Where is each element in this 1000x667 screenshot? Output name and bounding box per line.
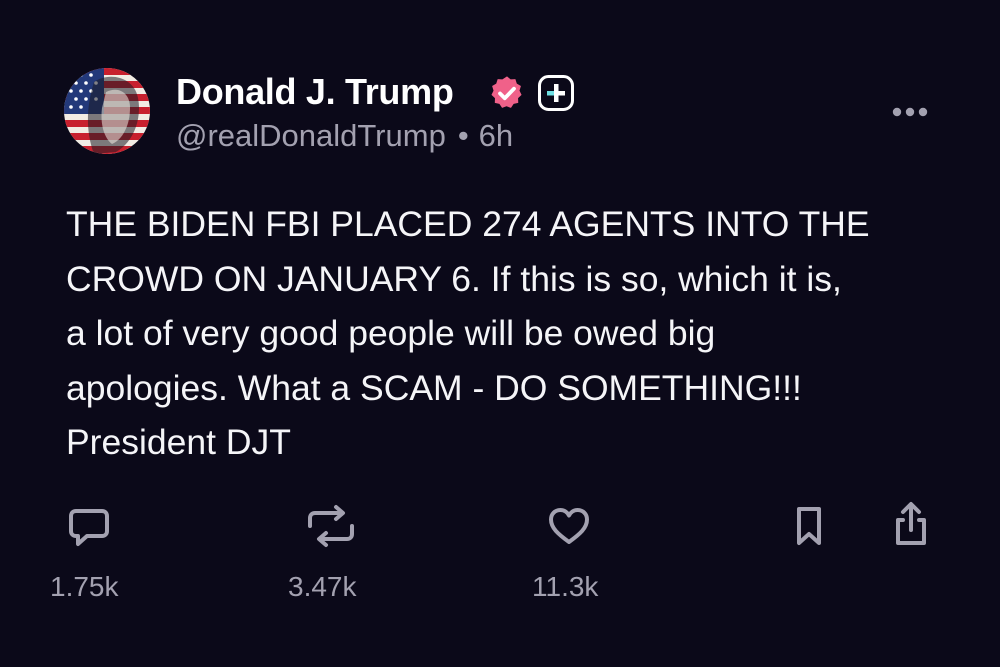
author-meta: @realDonaldTrump • 6h xyxy=(176,116,513,156)
more-icon xyxy=(892,107,928,117)
repost-button[interactable] xyxy=(304,504,358,548)
post-card: Donald J. Trump @realDonaldTrump • 6h THE … xyxy=(0,0,1000,667)
separator-dot: • xyxy=(457,118,469,153)
like-button[interactable] xyxy=(546,504,592,548)
like-count: 11.3k xyxy=(532,571,599,602)
more-options-button[interactable] xyxy=(886,100,934,124)
plus-badge-icon xyxy=(538,75,574,111)
share-button[interactable] xyxy=(889,500,933,548)
avatar-image xyxy=(64,68,150,154)
repost-count: 3.47k xyxy=(288,571,357,602)
author-display-name[interactable]: Donald J. Trump xyxy=(176,70,454,114)
like-icon xyxy=(549,508,589,544)
share-icon xyxy=(896,502,926,545)
bookmark-button[interactable] xyxy=(791,504,827,548)
bookmark-icon xyxy=(797,507,821,545)
verified-badge-icon xyxy=(488,74,526,112)
reply-count: 1.75k xyxy=(50,571,119,602)
post-timestamp[interactable]: 6h xyxy=(479,118,513,153)
post-body: THE BIDEN FBI PLACED 274 AGENTS INTO THE… xyxy=(66,204,870,462)
reply-button[interactable] xyxy=(66,504,112,548)
avatar[interactable] xyxy=(64,68,150,154)
reply-icon xyxy=(69,509,109,546)
repost-icon xyxy=(308,505,354,547)
author-handle[interactable]: @realDonaldTrump xyxy=(176,118,446,153)
